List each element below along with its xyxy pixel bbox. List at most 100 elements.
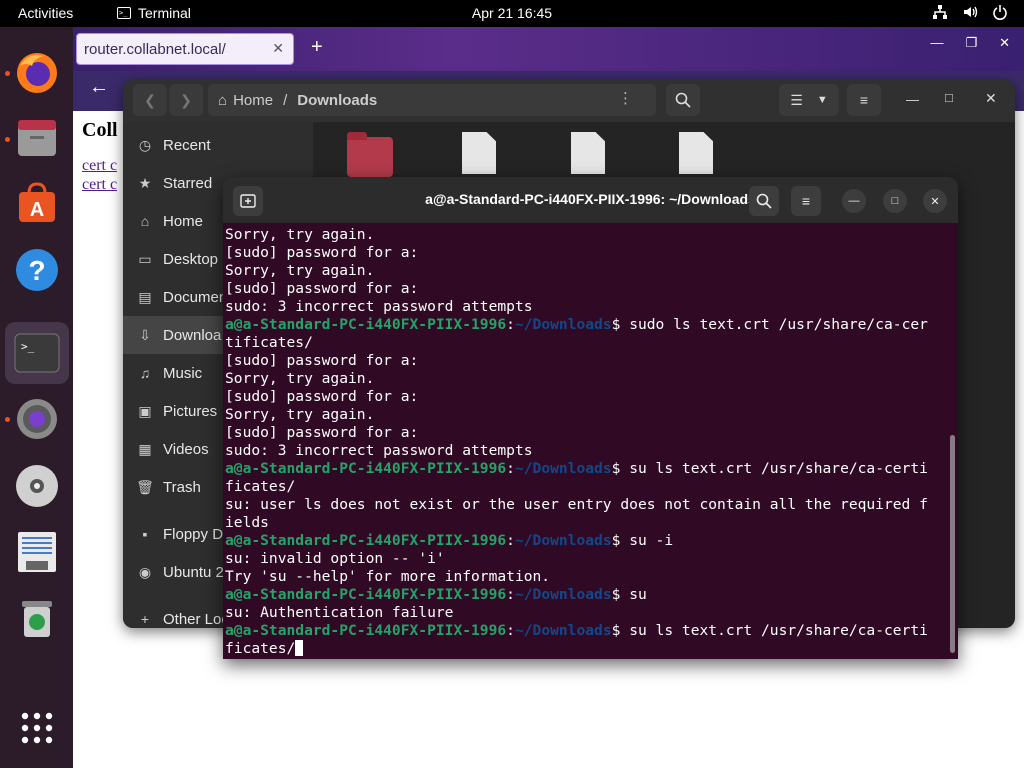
- sidebar-item-label: Other Loc: [163, 610, 229, 628]
- terminal-text: ficates/: [225, 640, 296, 656]
- cert-link[interactable]: cert c: [82, 175, 118, 194]
- dock-floppy[interactable]: [12, 527, 62, 577]
- folder-item[interactable]: [347, 132, 393, 177]
- sidebar-item-recent[interactable]: ◷ Recent: [123, 126, 313, 164]
- maximize-icon: □: [891, 195, 899, 207]
- path-home[interactable]: Home: [233, 92, 273, 109]
- picture-icon: ▣: [138, 402, 152, 419]
- dock-firefox[interactable]: [12, 48, 62, 98]
- network-icon: [933, 5, 947, 19]
- sidebar-item-label: Downloa: [163, 326, 222, 344]
- sidebar-item-label: Trash: [163, 478, 201, 496]
- terminal-text: ficates/: [225, 478, 296, 495]
- dock-settings[interactable]: [12, 394, 62, 444]
- back-arrow-icon[interactable]: ←: [89, 76, 109, 99]
- hamburger-icon: ≡: [859, 92, 869, 108]
- dock-help[interactable]: ?: [12, 245, 62, 295]
- home-icon: ⌂: [140, 213, 150, 229]
- sidebar-item-label: Pictures: [163, 402, 218, 420]
- dock-trash[interactable]: [12, 593, 62, 643]
- app-menu[interactable]: >_ Terminal: [117, 5, 191, 21]
- back-button[interactable]: ❮: [133, 84, 167, 116]
- minimize-icon[interactable]: —: [930, 35, 943, 51]
- minimize-button[interactable]: —: [842, 189, 866, 213]
- close-icon: ✕: [930, 195, 940, 208]
- view-toggle[interactable]: ☰ ▼: [779, 84, 839, 116]
- close-icon[interactable]: ✕: [985, 90, 997, 107]
- maximize-button[interactable]: □: [883, 189, 907, 213]
- forward-button[interactable]: ❯: [169, 84, 203, 116]
- search-button[interactable]: [749, 186, 779, 216]
- system-tray[interactable]: [932, 4, 1008, 20]
- settings-icon: [17, 399, 57, 439]
- terminal-line: [sudo] password for a:: [225, 424, 947, 442]
- disc-icon: ◉: [138, 563, 152, 580]
- app-grid-icon: [21, 712, 53, 744]
- terminal-output[interactable]: Sorry, try again. [sudo] password for a: S…: [225, 226, 947, 656]
- new-tab-button[interactable]: +: [311, 36, 323, 59]
- terminal-text: [sudo] password for a:: [225, 352, 419, 369]
- running-indicator: [5, 71, 10, 76]
- terminal-line: Sorry, try again.: [225, 370, 947, 388]
- more-vertical-icon[interactable]: ⋮: [618, 89, 633, 107]
- dock-software[interactable]: A: [12, 177, 62, 227]
- close-button[interactable]: ✕: [923, 189, 947, 213]
- star-icon: ★: [138, 174, 152, 191]
- menu-button[interactable]: ≡: [791, 186, 821, 216]
- file-icon: [462, 132, 496, 174]
- dock-files[interactable]: [12, 114, 62, 164]
- terminal-text: [sudo] password for a:: [225, 424, 419, 441]
- file-item[interactable]: [571, 132, 605, 174]
- software-center-icon: A: [19, 182, 55, 222]
- restore-icon[interactable]: ❐: [965, 35, 977, 51]
- cert-link[interactable]: cert c: [82, 156, 118, 175]
- dock-disc[interactable]: [12, 461, 62, 511]
- dock-terminal[interactable]: >_: [5, 322, 69, 384]
- clock[interactable]: Apr 21 16:45: [472, 5, 552, 21]
- help-icon: ?: [16, 249, 58, 291]
- terminal-text: sudo: 3 incorrect password attempts: [225, 442, 533, 459]
- file-item[interactable]: [462, 132, 496, 174]
- running-indicator: [5, 137, 10, 142]
- terminal-line: ields: [225, 514, 947, 532]
- terminal-command: su ls text.crt /usr/share/ca-certi: [629, 622, 928, 639]
- maximize-icon[interactable]: □: [945, 90, 953, 105]
- path-current[interactable]: Downloads: [297, 92, 377, 109]
- activities-button[interactable]: Activities: [18, 5, 73, 21]
- search-button[interactable]: [666, 84, 700, 116]
- terminal-icon: >_: [117, 7, 131, 19]
- terminal-prompt-line: a@a-Standard-PC-i440FX-PIIX-1996:~/Downl…: [225, 316, 947, 334]
- disc-icon: [16, 465, 58, 507]
- terminal-text: su: user ls does not exist or the user e…: [225, 496, 928, 513]
- new-tab-button[interactable]: [233, 186, 263, 216]
- terminal-text: [sudo] password for a:: [225, 280, 419, 297]
- tab-title: router.collabnet.local/: [84, 40, 226, 58]
- minimize-icon[interactable]: —: [906, 92, 919, 107]
- scrollbar[interactable]: [950, 435, 955, 653]
- terminal-line: Sorry, try again.: [225, 226, 947, 244]
- sidebar-item-label: Music: [163, 364, 203, 382]
- terminal-command: su: [629, 586, 647, 603]
- dock-show-apps[interactable]: [12, 703, 62, 753]
- terminal-text: Try 'su --help' for more information.: [225, 568, 551, 585]
- close-window-icon[interactable]: ✕: [999, 35, 1010, 51]
- menu-button[interactable]: ≡: [847, 84, 881, 116]
- file-item[interactable]: [679, 132, 713, 174]
- terminal-text: su: invalid option -- 'i': [225, 550, 445, 567]
- terminal-line: [sudo] password for a:: [225, 352, 947, 370]
- floppy-icon: ▪: [142, 526, 148, 542]
- browser-tab[interactable]: router.collabnet.local/ ✕: [76, 33, 294, 65]
- trash-icon: 🗑: [136, 478, 154, 495]
- close-tab-icon[interactable]: ✕: [272, 40, 284, 57]
- folder-icon: [347, 132, 393, 177]
- terminal-text: su: Authentication failure: [225, 604, 454, 621]
- prompt-separator: :: [506, 316, 515, 333]
- prompt-symbol: $: [611, 316, 630, 333]
- prompt-symbol: $: [611, 622, 630, 639]
- music-icon: ♫: [139, 365, 151, 381]
- chevron-left-icon: ❮: [144, 91, 156, 108]
- svg-text:?: ?: [28, 255, 45, 286]
- terminal-line: su: Authentication failure: [225, 604, 947, 622]
- path-bar[interactable]: ⌂ Home / Downloads ⋮: [208, 84, 656, 116]
- terminal-text: [sudo] password for a:: [225, 244, 419, 261]
